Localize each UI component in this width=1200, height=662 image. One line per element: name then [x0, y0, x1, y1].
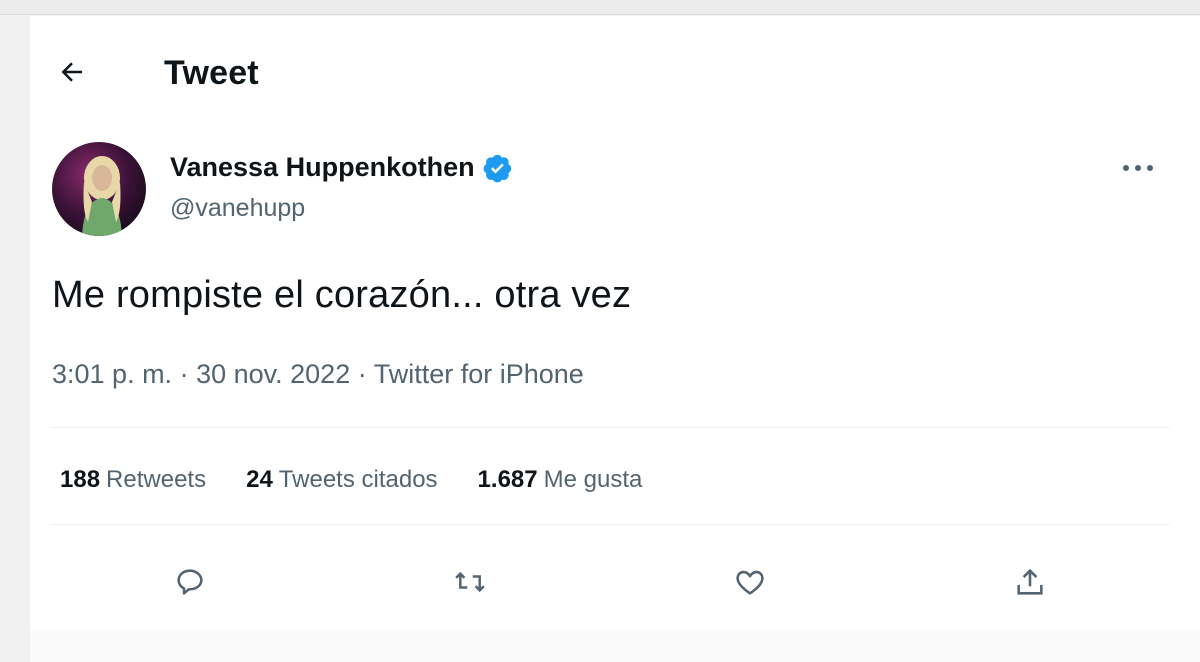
retweets-label: Retweets: [106, 466, 207, 493]
quote-tweets-stat[interactable]: 24 Tweets citados: [246, 466, 437, 494]
retweet-icon: [455, 571, 485, 593]
more-options-button[interactable]: [1116, 150, 1160, 186]
arrow-left-icon: [61, 62, 82, 82]
page-header: Tweet: [30, 46, 1200, 96]
more-dots-icon: [1123, 165, 1153, 171]
author-name: Vanessa Huppenkothen: [170, 152, 475, 182]
likes-label: Me gusta: [543, 466, 643, 493]
reply-button[interactable]: [166, 558, 214, 606]
tweet-stats: 188 Retweets 24 Tweets citados 1.687 Me gus…: [60, 466, 642, 494]
meta-separator: ·: [172, 359, 197, 389]
divider: [50, 524, 1170, 525]
avatar[interactable]: [52, 142, 146, 236]
author-name-row[interactable]: Vanessa Huppenkothen: [170, 152, 513, 183]
quotes-count: 24: [246, 466, 273, 493]
tweet-text: Me rompiste el corazón... otra vez: [52, 274, 632, 316]
verified-badge-icon: [483, 154, 511, 182]
bottom-band: [30, 630, 1200, 662]
tweet-time[interactable]: 3:01 p. m.: [52, 359, 172, 389]
quotes-label: Tweets citados: [278, 466, 438, 493]
likes-count: 1.687: [477, 466, 538, 493]
retweets-stat[interactable]: 188 Retweets: [60, 466, 206, 494]
avatar-image: [52, 142, 146, 236]
tweet-page: Tweet Vanessa Huppenkothen @vanehupp Me …: [30, 16, 1200, 662]
tweet-date[interactable]: 30 nov. 2022: [196, 359, 350, 389]
like-icon: [736, 570, 764, 595]
like-button[interactable]: [726, 558, 774, 606]
share-icon: [1017, 568, 1043, 595]
meta-separator: ·: [350, 359, 374, 389]
share-button[interactable]: [1006, 558, 1054, 606]
tweet-actions: [30, 552, 1200, 612]
likes-stat[interactable]: 1.687 Me gusta: [478, 466, 643, 494]
browser-top-strip: [0, 0, 1200, 15]
author-handle[interactable]: @vanehupp: [170, 194, 305, 223]
tweet-source[interactable]: Twitter for iPhone: [374, 359, 584, 389]
page-title: Tweet: [164, 54, 259, 92]
back-button[interactable]: [50, 50, 94, 94]
retweet-button[interactable]: [446, 558, 494, 606]
tweet-meta: 3:01 p. m. · 30 nov. 2022 · Twitter for …: [52, 359, 584, 390]
retweets-count: 188: [60, 466, 101, 493]
divider: [50, 427, 1170, 428]
reply-icon: [177, 569, 203, 595]
